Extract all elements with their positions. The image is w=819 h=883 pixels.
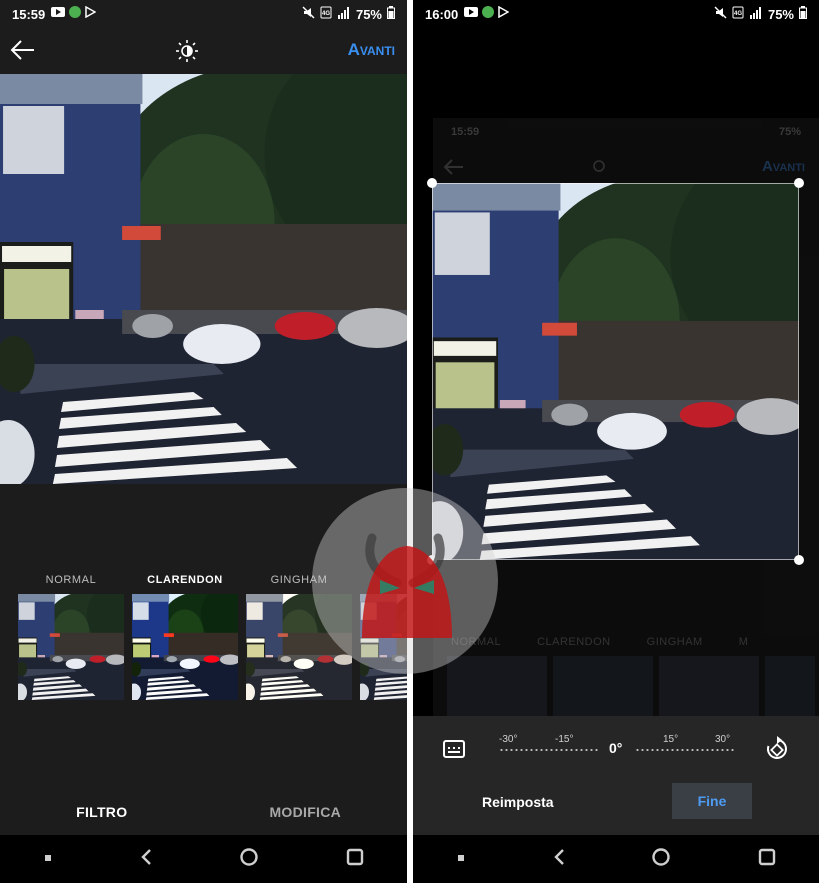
right-phone-screen: 16:00 4G 75% 15:59 75% Avanti NORMAL CLA… [413, 0, 819, 883]
signal-icon [749, 6, 763, 22]
filter-thumbnail [132, 594, 238, 700]
watermark-logo [312, 488, 498, 674]
app-notification-icon [482, 6, 495, 22]
ghost-filter-name: Gingham [646, 636, 703, 648]
filter-normal[interactable]: Normal [18, 570, 124, 700]
ghost-battery: 75% [779, 126, 801, 138]
youtube-icon [51, 7, 66, 21]
signal-icon [337, 6, 351, 22]
tab-edit[interactable]: MODIFICA [204, 788, 408, 838]
mute-icon [302, 6, 315, 22]
done-button[interactable]: Fine [672, 783, 752, 819]
ghost-back-arrow-icon [443, 158, 465, 181]
ghost-filter-name: M [738, 636, 749, 648]
ghost-filter-thumbs [447, 656, 815, 716]
rotation-dial[interactable]: -30° -15° 0° 15° 30° [497, 734, 737, 764]
rotate-icon[interactable] [765, 736, 789, 767]
status-bar: 16:00 4G 75% [413, 0, 819, 28]
ghost-battery-percent: 75% [778, 126, 801, 138]
ghost-time: 15:59 [451, 126, 480, 138]
battery-percent: 75% [355, 6, 382, 22]
tick-label: -15° [555, 734, 574, 745]
nav-menu-icon[interactable] [43, 850, 53, 868]
ghost-next-label: Avanti [761, 158, 805, 175]
status-bar: 15:59 4G 75% [0, 0, 407, 28]
nav-back-icon[interactable] [140, 848, 152, 871]
tick-label: -30° [499, 734, 518, 745]
status-time: 16:00 [425, 6, 459, 22]
battery-percent: 75% [767, 6, 794, 22]
status-time: 15:59 [12, 6, 46, 22]
ghost-brightness-icon [589, 156, 609, 181]
dial-dots-left [499, 749, 599, 751]
back-arrow-icon[interactable] [10, 39, 36, 66]
nav-recents-icon[interactable] [346, 848, 364, 871]
ghost-filter-name: Clarendon [537, 636, 611, 648]
crop-handle-top-right[interactable] [794, 178, 804, 188]
next-button[interactable]: Avanti [348, 40, 395, 60]
nav-menu-icon[interactable] [456, 850, 466, 868]
data-icon: 4G [732, 6, 744, 22]
crop-handle-bottom-right[interactable] [794, 555, 804, 565]
filter-name: Normal [45, 574, 97, 586]
battery-icon [799, 6, 807, 22]
dial-dots-right [635, 749, 735, 751]
mute-icon [714, 6, 727, 22]
battery-icon [387, 6, 395, 22]
tab-filter-label: FILTRO [76, 804, 128, 820]
data-icon: 4G [320, 6, 332, 22]
rotation-current-value: 0° [609, 740, 623, 756]
filter-name: Clarendon [147, 574, 223, 586]
tab-filter[interactable]: FILTRO [0, 788, 204, 838]
youtube-icon [464, 7, 479, 21]
tab-edit-label: MODIFICA [269, 804, 342, 820]
system-nav-bar [0, 835, 407, 883]
ghost-filter-names: Normal Clarendon Gingham M [451, 636, 748, 648]
svg-text:4G: 4G [734, 11, 742, 17]
app-notification-icon [69, 6, 82, 22]
brightness-icon[interactable] [176, 40, 198, 67]
ghost-status: 15:59 [451, 126, 479, 138]
play-store-icon [498, 5, 510, 22]
left-phone-screen: 15:59 4G 75% Avanti NORMAL CLARENDON GIN… [0, 0, 407, 883]
done-button-label: Fine [697, 793, 727, 809]
bottom-tabs: FILTRO MODIFICA [0, 788, 407, 838]
reset-button[interactable]: Reimposta [482, 794, 554, 810]
nav-home-icon[interactable] [239, 847, 259, 872]
crop-handle-top-left[interactable] [427, 178, 437, 188]
editor-header: Avanti [0, 28, 407, 74]
rotate-toolbar: -30° -15° 0° 15° 30° Reimposta Fine [413, 716, 819, 835]
nav-back-icon[interactable] [553, 848, 565, 871]
nav-home-icon[interactable] [651, 847, 671, 872]
nav-recents-icon[interactable] [758, 848, 776, 871]
tick-label: 30° [715, 734, 731, 745]
filter-clarendon[interactable]: Clarendon [132, 570, 238, 700]
tick-label: 15° [663, 734, 679, 745]
play-store-icon [85, 5, 97, 22]
filter-thumbnail [18, 594, 124, 700]
system-nav-bar [413, 835, 819, 883]
crop-frame [432, 183, 799, 560]
svg-text:4G: 4G [322, 11, 330, 17]
aspect-ratio-icon[interactable] [443, 740, 465, 763]
photo-preview [0, 74, 407, 484]
